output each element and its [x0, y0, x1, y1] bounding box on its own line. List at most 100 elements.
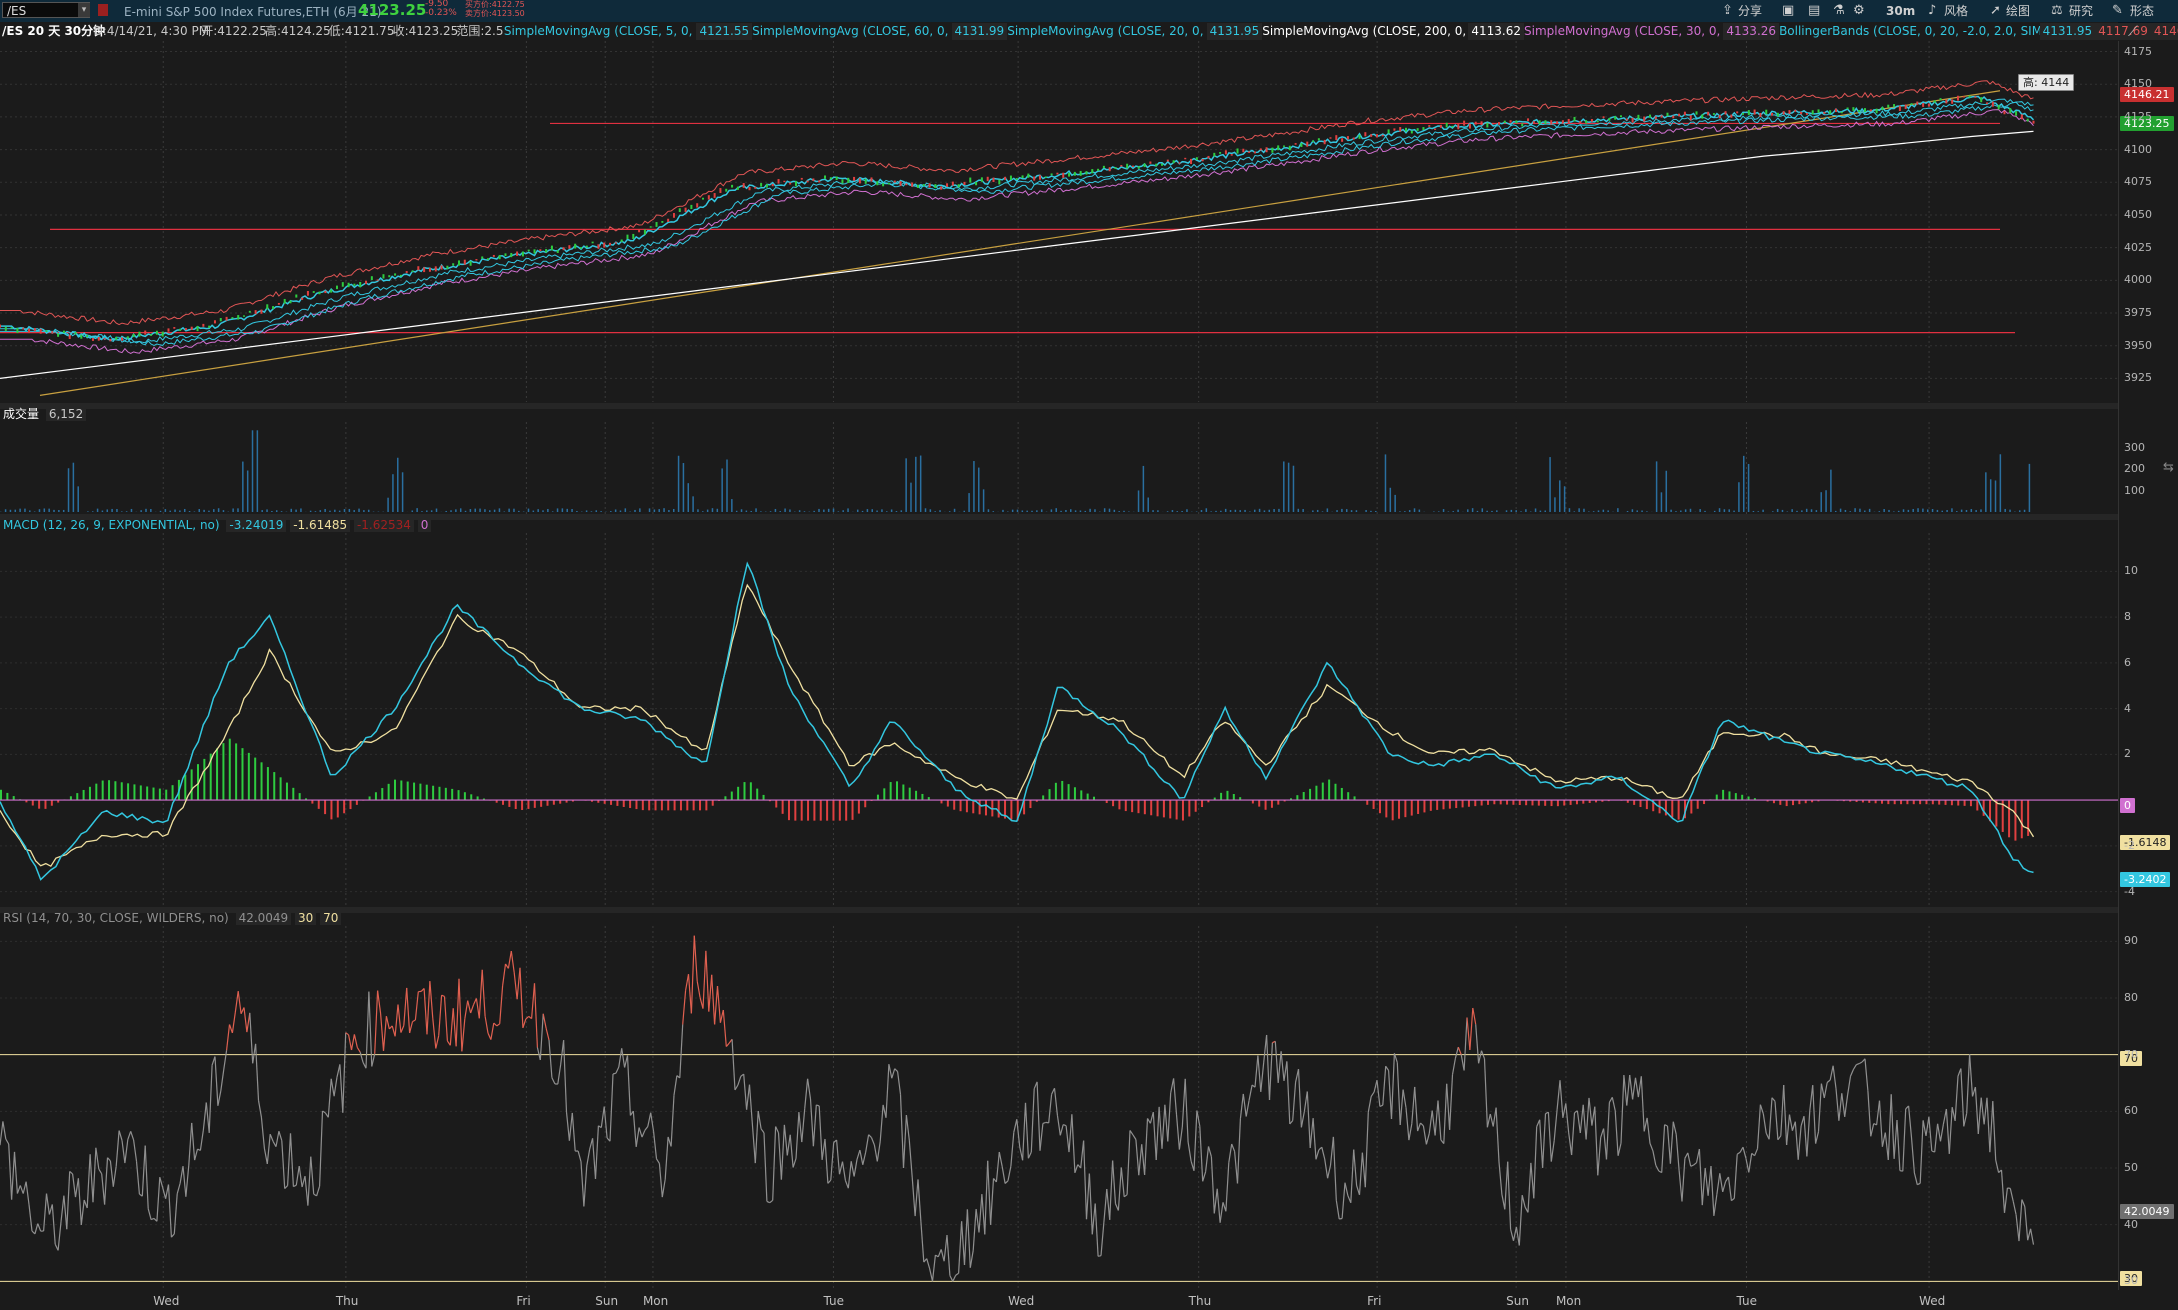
- volume-bar: [72, 462, 75, 512]
- volume-bar: [430, 510, 433, 512]
- macd-histogram-bar: [1779, 800, 1782, 805]
- rsi-panel-bg: [0, 926, 2118, 1291]
- volume-bar: [1297, 508, 1300, 512]
- price-candle: [1207, 155, 1210, 159]
- price-candle: [1980, 97, 1983, 103]
- price-candle: [702, 197, 705, 200]
- macd-histogram-bar: [1722, 789, 1725, 801]
- macd-histogram-bar: [1690, 800, 1693, 814]
- price-candle: [1916, 101, 1919, 105]
- rsi-value: 42.0049: [235, 911, 292, 925]
- volume-bar: [1568, 508, 1571, 512]
- macd-histogram-bar: [470, 794, 473, 801]
- price-candle: [103, 338, 106, 340]
- macd-histogram-bar: [1969, 800, 1972, 807]
- volume-bar: [1554, 497, 1556, 512]
- macd-histogram-bar: [845, 800, 848, 821]
- volume-value: 6,152: [45, 407, 87, 421]
- macd-histogram-bar: [1963, 800, 1966, 806]
- price-candle: [638, 229, 641, 233]
- macd-histogram-bar: [1340, 787, 1343, 801]
- macd-histogram-bar: [400, 780, 403, 801]
- volume-bar: [682, 463, 685, 512]
- macd-histogram-bar: [1347, 792, 1350, 801]
- price-candle: [1265, 147, 1268, 153]
- volume-bar: [1234, 509, 1237, 512]
- price-candle: [1503, 120, 1506, 123]
- macd-histogram-bar: [406, 781, 409, 801]
- price-candle: [533, 249, 536, 254]
- price-axis-tick: 3925: [2124, 371, 2152, 385]
- price-candle: [1480, 121, 1483, 126]
- macd-histogram-bar: [457, 790, 460, 801]
- macd-histogram-bar: [374, 792, 377, 801]
- macd-histogram-bar: [247, 752, 250, 801]
- price-candle: [580, 247, 582, 249]
- macd-histogram-bar: [82, 789, 85, 801]
- price-candle: [1997, 104, 2000, 110]
- price-candle: [1823, 111, 1826, 114]
- volume-axis-tick: 100: [2124, 483, 2145, 497]
- macd-histogram-bar: [692, 800, 695, 811]
- macd-histogram-bar: [1893, 800, 1896, 805]
- price-candle: [1776, 112, 1779, 117]
- price-candle: [853, 176, 856, 181]
- price-candle: [591, 241, 594, 244]
- price-candle: [219, 318, 222, 322]
- price-candle: [1184, 157, 1187, 160]
- volume-bar: [1113, 509, 1116, 512]
- volume-bar: [489, 510, 491, 512]
- price-candle: [324, 290, 327, 294]
- chart-canvas[interactable]: [0, 0, 2178, 1310]
- volume-bar: [1747, 463, 1750, 512]
- volume-bar: [295, 509, 297, 512]
- price-candle: [1033, 176, 1036, 181]
- volume-bar: [1040, 509, 1043, 512]
- volume-bar: [1442, 509, 1445, 512]
- price-candle: [1840, 111, 1843, 114]
- volume-bar: [169, 510, 171, 512]
- macd-histogram-bar: [1137, 800, 1140, 814]
- macd-histogram-bar: [1995, 800, 1998, 827]
- price-candle: [556, 250, 559, 253]
- price-candle: [521, 251, 524, 257]
- price-candle: [876, 181, 879, 186]
- macd-histogram-bar: [1944, 800, 1947, 805]
- price-candle: [1956, 95, 1959, 101]
- volume-bar: [963, 510, 965, 512]
- macd-histogram-bar: [807, 800, 810, 821]
- volume-panel-bg: [0, 422, 2118, 516]
- price-candle: [260, 309, 263, 314]
- price-candle: [516, 251, 519, 256]
- volume-bar: [319, 510, 322, 512]
- volume-bar: [1089, 508, 1091, 512]
- volume-label: 成交量: [3, 407, 40, 421]
- volume-bar: [43, 508, 46, 512]
- macd-histogram-bar: [737, 786, 740, 801]
- macd-histogram-bar: [222, 743, 225, 801]
- price-candle: [806, 180, 809, 183]
- price-candle: [713, 193, 716, 198]
- price-candle: [614, 242, 617, 244]
- macd-histogram-bar: [1302, 792, 1305, 801]
- price-candle: [1742, 113, 1744, 115]
- price-candle: [1341, 138, 1344, 142]
- macd-histogram-bar: [1741, 794, 1744, 801]
- price-candle: [1660, 115, 1663, 118]
- price-candle: [208, 325, 211, 328]
- price-candle: [132, 333, 135, 338]
- macd-histogram-bar: [1181, 800, 1184, 821]
- price-candle: [1091, 169, 1094, 174]
- price-candle: [80, 334, 83, 339]
- volume-bar: [2018, 510, 2021, 512]
- volume-bar: [77, 486, 79, 512]
- volume-bar: [280, 511, 283, 512]
- macd-histogram-bar: [292, 787, 295, 801]
- collapse-arrows-icon[interactable]: ⇆: [2163, 460, 2174, 475]
- volume-bar: [455, 509, 457, 512]
- volume-bar: [246, 470, 249, 512]
- price-candle: [1538, 120, 1541, 125]
- price-candle: [1759, 113, 1762, 118]
- volume-bar: [1200, 510, 1203, 512]
- volume-bar: [1021, 510, 1024, 512]
